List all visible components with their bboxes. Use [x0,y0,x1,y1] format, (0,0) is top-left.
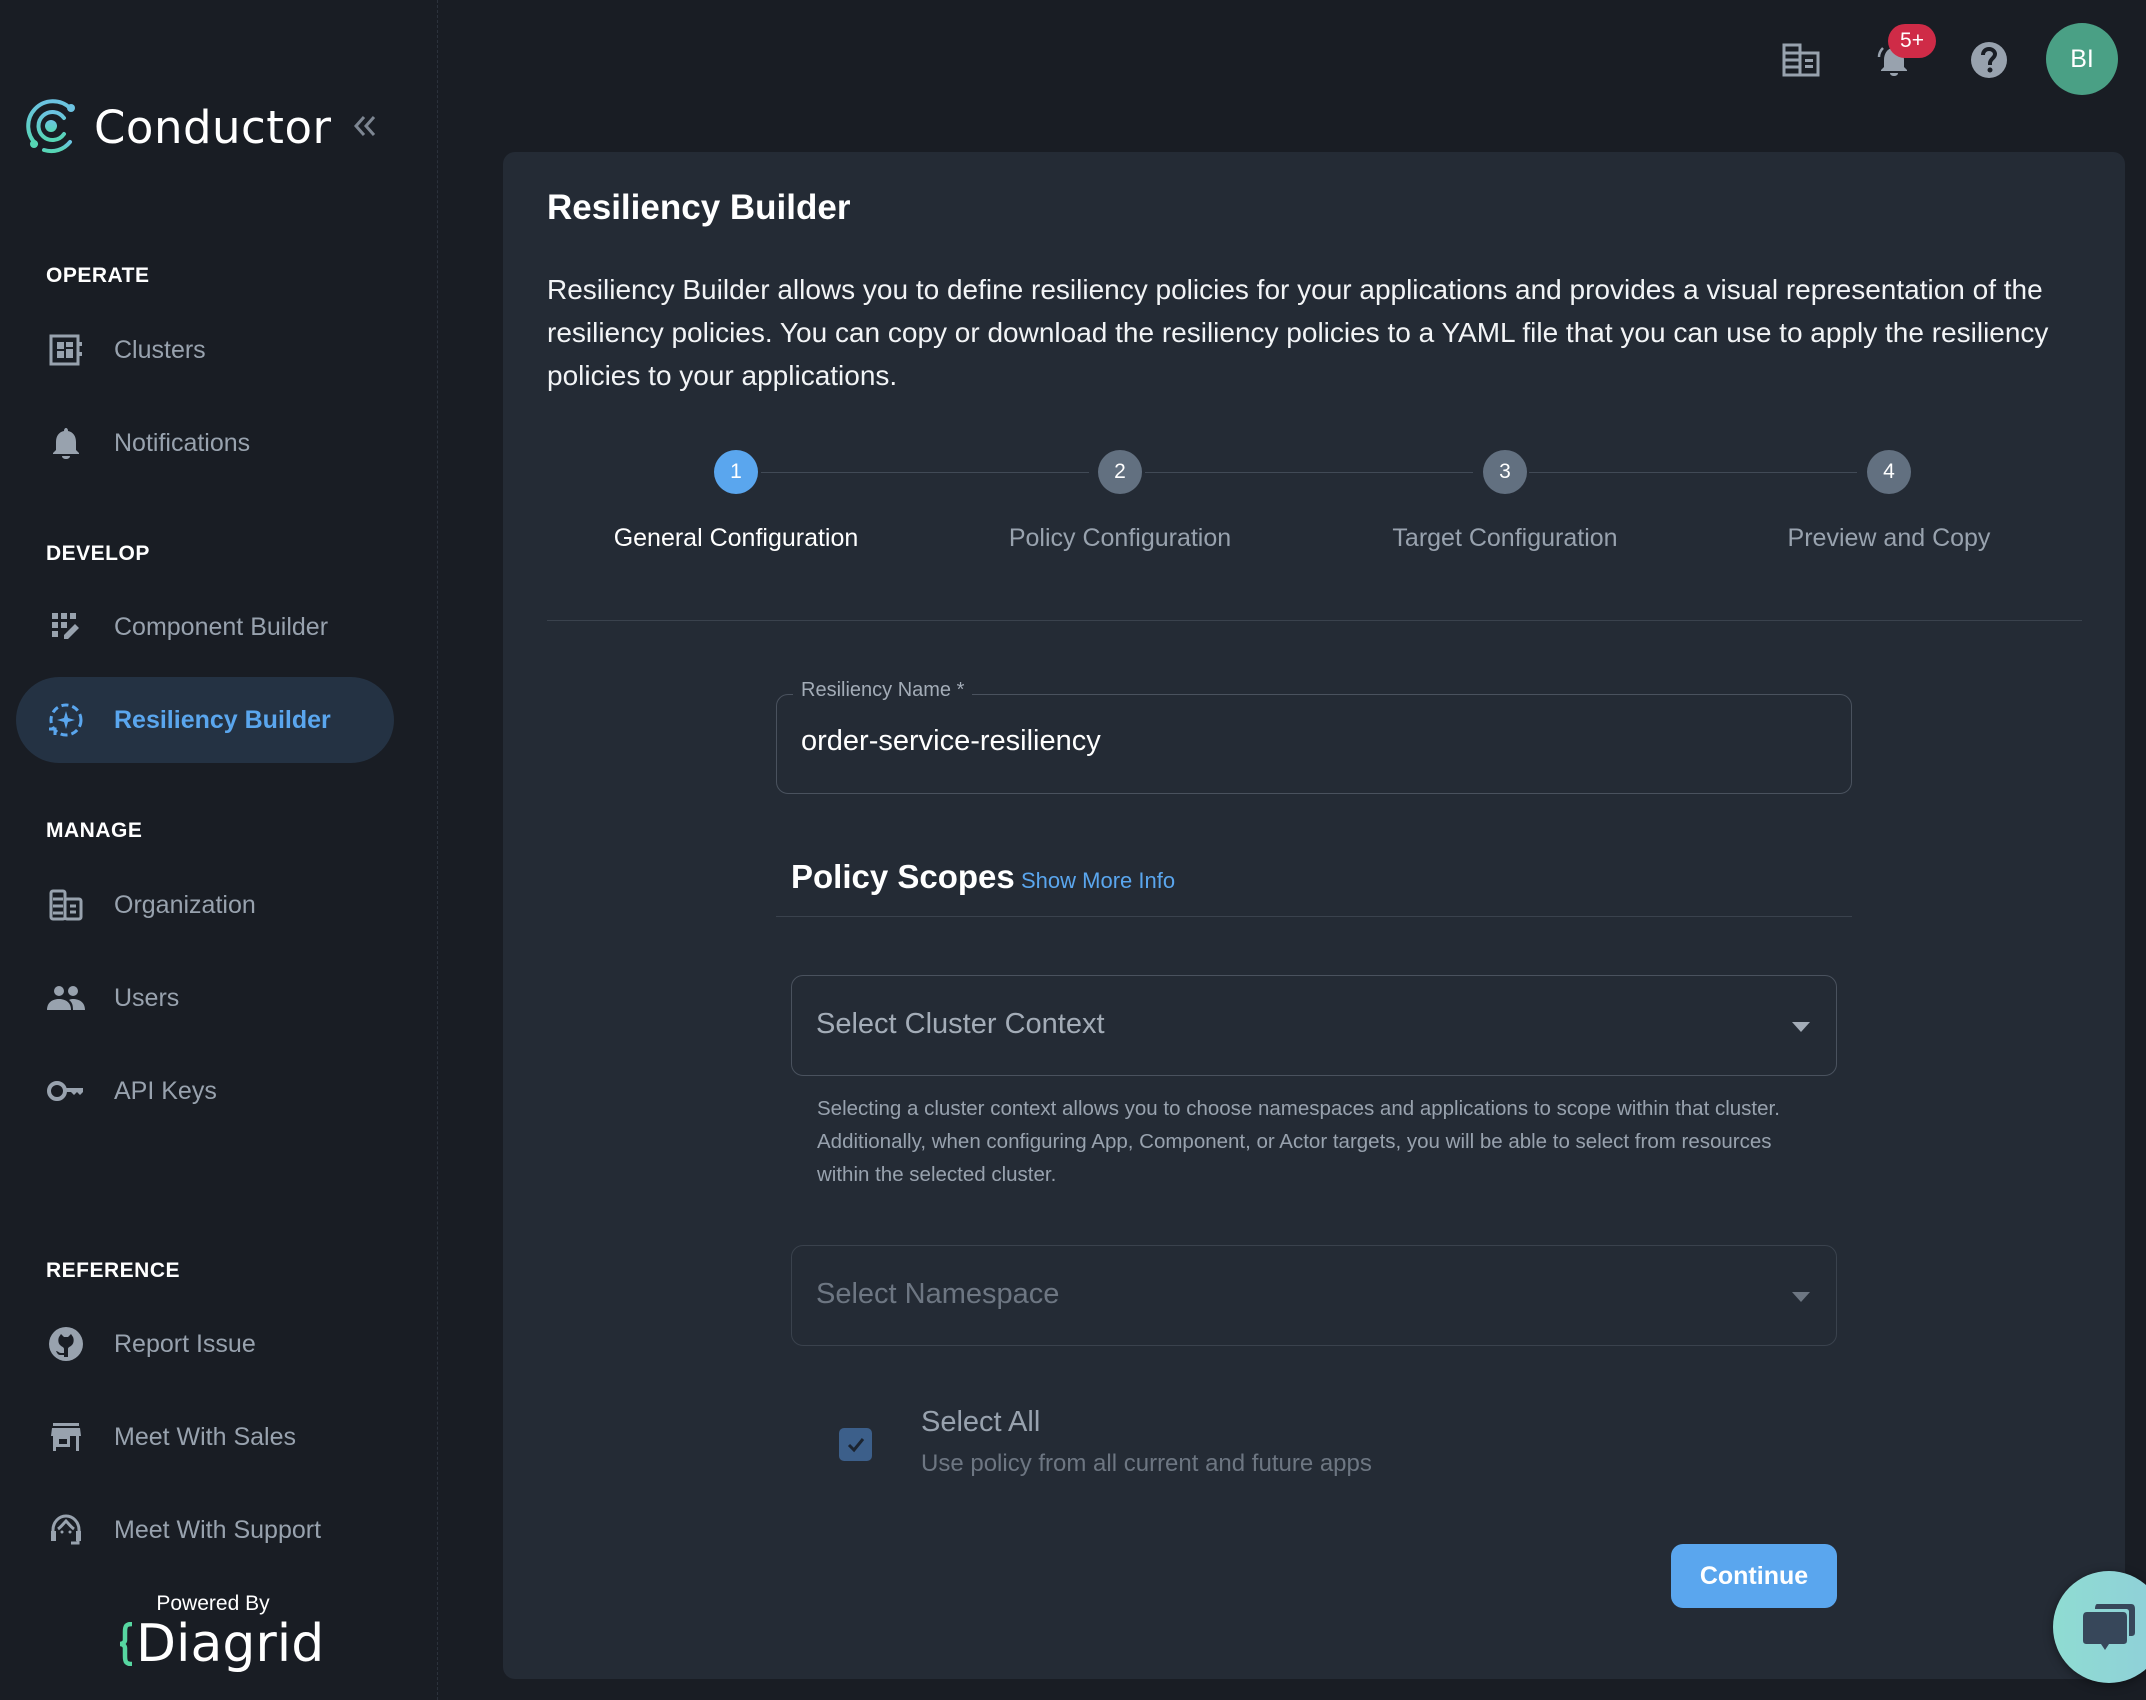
resiliency-name-input[interactable]: order-service-resiliency [801,725,1101,758]
bell-icon [46,423,86,463]
resiliency-builder-card: Resiliency Builder Resiliency Builder al… [503,152,2125,1679]
github-icon [46,1324,86,1364]
organization-switcher-button[interactable] [1779,38,1823,82]
select-all-checkbox[interactable] [839,1428,872,1461]
chat-bubble-icon [2083,1604,2135,1650]
sidebar-item-label: Clusters [114,335,206,364]
cluster-context-helper-text: Selecting a cluster context allows you t… [817,1097,1780,1186]
step-2-label[interactable]: Policy Configuration [930,524,1310,553]
step-2-indicator[interactable]: 2 [1098,450,1142,494]
diagrid-logo[interactable]: Diagrid [118,1614,324,1674]
store-icon [46,1417,86,1457]
app-name: Conductor [94,100,332,154]
resiliency-name-label: Resiliency Name * [793,679,973,702]
organization-icon [1782,43,1820,77]
sidebar-item-label: Users [114,983,180,1012]
select-all-label: Select All [921,1406,1041,1438]
page-title: Resiliency Builder [547,188,851,227]
help-icon [1971,42,2007,78]
stepper-divider [547,620,2082,621]
continue-button[interactable]: Continue [1671,1544,1837,1608]
sidebar-item-component-builder[interactable]: Component Builder [16,584,394,670]
help-button[interactable] [1967,38,2011,82]
step-4-indicator[interactable]: 4 [1867,450,1911,494]
chevron-down-icon [1792,1022,1810,1032]
collapse-sidebar-button[interactable] [348,106,382,146]
sidebar-item-organization[interactable]: Organization [16,862,394,948]
select-all-description: Use policy from all current and future a… [921,1450,1372,1477]
resiliency-icon [46,700,86,740]
step-connector [1145,472,1473,473]
namespace-placeholder: Select Namespace [816,1278,1060,1310]
section-title-reference: REFERENCE [46,1259,181,1282]
step-4-label[interactable]: Preview and Copy [1699,524,2079,553]
sidebar-item-meet-with-support[interactable]: Meet With Support [16,1487,394,1573]
checkmark-icon [847,1437,864,1452]
sidebar-item-resiliency-builder[interactable]: Resiliency Builder [16,677,394,763]
conductor-logo[interactable]: Conductor [24,98,331,156]
sidebar-item-report-issue[interactable]: Report Issue [16,1301,394,1387]
sidebar-item-label: Resiliency Builder [114,705,331,734]
conductor-logo-icon [26,99,75,154]
sidebar-item-notifications[interactable]: Notifications [16,400,394,486]
section-title-operate: OPERATE [46,264,150,287]
step-3-label[interactable]: Target Configuration [1315,524,1695,553]
policy-scopes-divider [776,916,1852,917]
sidebar-item-users[interactable]: Users [16,955,394,1041]
policy-scopes-heading: Policy Scopes [791,858,1015,895]
section-title-develop: DEVELOP [46,542,150,565]
resiliency-name-field[interactable]: Resiliency Name * order-service-resilien… [776,679,1852,794]
cluster-context-placeholder: Select Cluster Context [816,1008,1105,1040]
sidebar-item-label: Organization [114,890,256,919]
notification-count-badge: 5+ [1888,24,1936,58]
cluster-context-select[interactable]: Select Cluster Context [791,975,1837,1076]
step-3-indicator[interactable]: 3 [1483,450,1527,494]
sidebar-item-clusters[interactable]: Clusters [16,307,394,393]
users-icon [46,978,86,1018]
powered-by-label: Powered By [156,1592,270,1615]
sidebar-item-label: Component Builder [114,612,329,641]
sidebar-item-label: Meet With Support [114,1515,322,1544]
show-more-info-link[interactable]: Show More Info [1021,868,1175,894]
sidebar-item-label: Report Issue [114,1329,256,1358]
step-1-label[interactable]: General Configuration [546,524,926,553]
component-builder-icon [46,607,86,647]
clusters-icon [46,330,86,370]
sidebar-item-label: Meet With Sales [114,1422,297,1451]
sidebar-item-api-keys[interactable]: API Keys [16,1048,394,1134]
chevron-down-icon [1792,1292,1810,1302]
sidebar-item-meet-with-sales[interactable]: Meet With Sales [16,1394,394,1480]
step-connector [761,472,1089,473]
user-avatar[interactable]: BI [2046,23,2118,95]
step-connector [1529,472,1857,473]
diagrid-brand-text: Diagrid [136,1614,325,1674]
sidebar-item-label: Notifications [114,428,251,457]
sidebar: Conductor OPERATE Clusters Notifications… [0,0,438,1700]
sidebar-item-label: API Keys [114,1076,217,1105]
support-agent-icon [46,1510,86,1550]
page-description: Resiliency Builder allows you to define … [547,274,2049,391]
diagrid-brace-icon [119,1622,133,1666]
organization-icon [46,885,86,925]
key-icon [46,1071,86,1111]
double-chevron-left-icon [353,116,376,136]
section-title-manage: MANAGE [46,819,143,842]
step-1-indicator[interactable]: 1 [714,450,758,494]
namespace-select[interactable]: Select Namespace [791,1245,1837,1346]
